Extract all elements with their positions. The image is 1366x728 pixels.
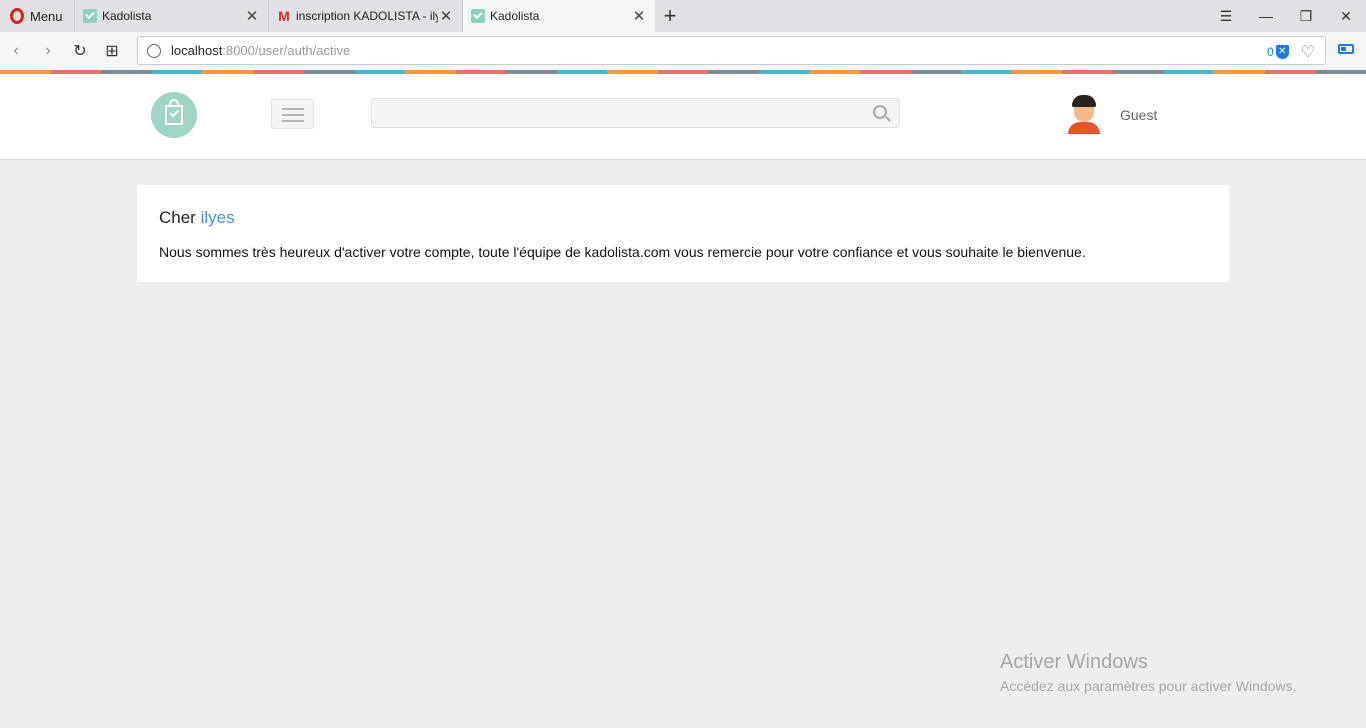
adblock-indicator[interactable]: 0 ✕: [1267, 45, 1289, 59]
bookmark-heart-icon[interactable]: ♡: [1301, 42, 1315, 62]
tab-title: Kadolista: [102, 9, 152, 23]
globe-icon: [147, 43, 161, 58]
activation-message-card: Cher ilyes Nous sommes très heureux d'ac…: [137, 185, 1229, 282]
kadolista-favicon-icon: [83, 9, 97, 23]
greeting: Cher ilyes: [159, 208, 235, 228]
opera-menu-button[interactable]: Menu: [0, 0, 74, 32]
watermark-title: Activer Windows: [1000, 651, 1148, 673]
tab-kadolista-active[interactable]: Kadolista ✕: [462, 0, 655, 32]
minimize-icon[interactable]: —: [1246, 0, 1286, 32]
activation-message: Nous sommes très heureux d'activer votre…: [159, 244, 1086, 260]
speed-dial-button[interactable]: ⊞: [96, 32, 128, 70]
tab-menu-icon[interactable]: ☰: [1206, 0, 1246, 32]
gmail-favicon-icon: M: [278, 8, 290, 24]
restore-icon[interactable]: ❐: [1286, 0, 1326, 32]
tab-title: inscription KADOLISTA - ily: [296, 9, 438, 23]
adblock-count: 0: [1266, 45, 1274, 59]
watermark-subtitle: Accédez aux paramètres pour activer Wind…: [1000, 678, 1297, 694]
battery-saver-icon[interactable]: [1338, 44, 1354, 54]
reload-button[interactable]: ↻: [64, 32, 96, 70]
forward-button[interactable]: ›: [32, 32, 64, 70]
back-button[interactable]: ‹: [0, 32, 32, 70]
new-tab-button[interactable]: +: [655, 0, 685, 32]
windows-activation-watermark: Activer Windows Accédez aux paramètres p…: [1000, 651, 1296, 694]
window-controls: ☰ — ❐ ✕: [1206, 0, 1366, 32]
browser-address-bar: ‹ › ↻ ⊞ localhost:8000/user/auth/active …: [0, 32, 1366, 70]
url-path: :8000/user/auth/active: [222, 43, 351, 58]
opera-logo-icon: [10, 8, 24, 24]
greeting-prefix: Cher: [159, 208, 196, 227]
browser-tab-bar: Menu Kadolista ✕ M inscription KADOLISTA…: [0, 0, 1366, 32]
adblock-shield-icon: ✕: [1275, 45, 1289, 59]
site-header: Guest: [0, 74, 1366, 160]
tab-gmail-inscription[interactable]: M inscription KADOLISTA - ily ✕: [268, 0, 462, 32]
tab-kadolista-1[interactable]: Kadolista ✕: [74, 0, 268, 32]
close-tab-icon[interactable]: ✕: [631, 7, 647, 25]
search-input[interactable]: [371, 98, 900, 128]
opera-menu-label: Menu: [30, 8, 63, 24]
kadolista-logo[interactable]: [151, 92, 197, 138]
tab-title: Kadolista: [490, 9, 540, 23]
url-host: localhost: [171, 43, 223, 58]
url-field[interactable]: localhost:8000/user/auth/active 0 ✕ ♡: [137, 36, 1326, 65]
hamburger-menu-button[interactable]: [271, 99, 314, 129]
user-label[interactable]: Guest: [1120, 107, 1157, 123]
avatar[interactable]: [1067, 94, 1101, 134]
close-tab-icon[interactable]: ✕: [244, 7, 260, 25]
user-name: ilyes: [200, 208, 235, 227]
close-window-icon[interactable]: ✕: [1326, 0, 1366, 32]
kadolista-favicon-icon: [471, 9, 485, 23]
close-tab-icon[interactable]: ✕: [438, 7, 454, 25]
search-icon[interactable]: [873, 105, 887, 119]
